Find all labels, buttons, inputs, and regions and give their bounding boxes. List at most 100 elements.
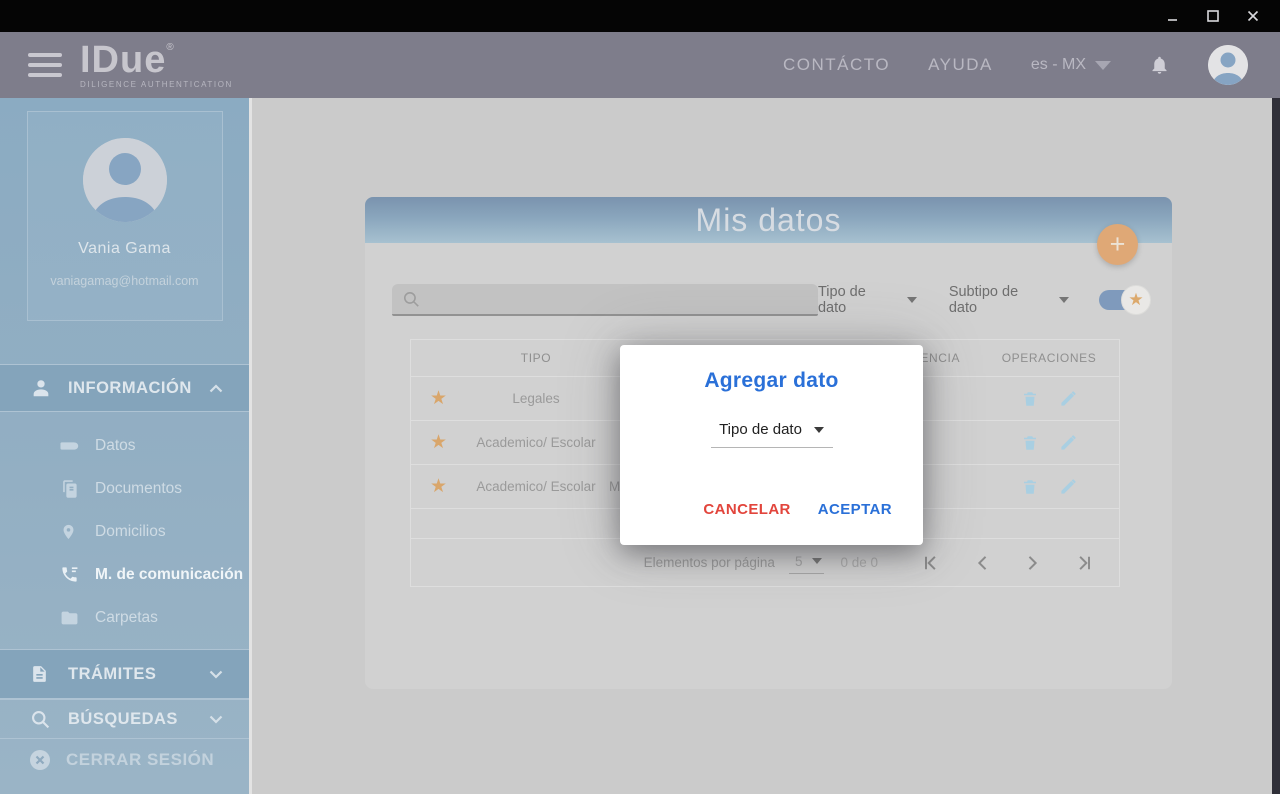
menu-icon[interactable] — [28, 53, 62, 77]
section-label: BÚSQUEDAS — [68, 709, 178, 728]
sidebar-item-carpetas[interactable]: Carpetas — [0, 596, 249, 639]
window-minimize-button[interactable] — [1164, 7, 1182, 25]
sidebar-item-domicilios[interactable]: Domicilios — [0, 510, 249, 553]
window-maximize-button[interactable] — [1204, 7, 1222, 25]
previous-page-button[interactable] — [975, 555, 989, 571]
phone-icon — [60, 565, 82, 584]
chevron-down-icon — [812, 558, 823, 564]
first-page-button[interactable] — [922, 555, 938, 571]
logo-title: IDue — [80, 39, 167, 81]
sidebar: Vania Gama vaniagamag@hotmail.com INFORM… — [0, 98, 252, 794]
edit-icon[interactable] — [1059, 477, 1078, 496]
tipo-de-dato-filter[interactable]: Tipo de dato — [818, 284, 917, 316]
folder-icon — [60, 610, 82, 626]
logout-button[interactable]: CERRAR SESIÓN — [0, 739, 249, 781]
search-input[interactable] — [429, 291, 808, 307]
documents-icon — [60, 479, 82, 499]
sidebar-section-busquedas[interactable]: BÚSQUEDAS — [0, 699, 249, 739]
pager-controls — [922, 555, 1093, 571]
edit-icon[interactable] — [1059, 433, 1078, 452]
plus-icon: + — [1109, 229, 1126, 259]
profile-email: vaniagamag@hotmail.com — [50, 274, 199, 288]
chevron-down-icon — [906, 297, 917, 303]
profile-card: Vania Gama vaniagamag@hotmail.com — [26, 111, 223, 321]
filter-label: Tipo de dato — [817, 284, 866, 316]
filter-row: Tipo de dato Subtipo de dato ★ — [392, 283, 1151, 317]
search-icon — [403, 291, 419, 307]
profile-name: Vania Gama — [78, 240, 171, 257]
star-icon: ★ — [1128, 290, 1144, 309]
chevron-up-icon — [209, 383, 223, 393]
app-logo: IDue® DILIGENCE AUTHENTICATION — [80, 41, 233, 89]
items-per-page-value: 5 — [794, 553, 803, 569]
items-per-page-select[interactable]: 5 — [788, 552, 825, 574]
favorites-toggle[interactable]: ★ — [1099, 285, 1151, 315]
cancel-button[interactable]: CANCELAR — [703, 501, 790, 518]
scrollbar[interactable] — [1272, 98, 1280, 794]
sidebar-item-label: M. de comunicación — [95, 565, 244, 583]
logout-label: CERRAR SESIÓN — [66, 750, 215, 769]
col-tipo: TIPO — [520, 351, 552, 365]
page-title: Mis datos — [695, 201, 842, 238]
sidebar-item-label: Domicilios — [95, 522, 166, 540]
sidebar-item-label: Datos — [95, 436, 136, 454]
favorite-star-icon[interactable]: ★ — [411, 387, 466, 410]
card-header: Mis datos — [365, 197, 1172, 243]
chevron-down-icon — [209, 670, 223, 679]
window-titlebar — [0, 0, 1280, 32]
sidebar-item-label: Carpetas — [95, 608, 158, 626]
sidebar-item-m-de-comunicacion[interactable]: M. de comunicación — [0, 553, 249, 596]
cell-operaciones — [979, 477, 1119, 497]
edit-icon[interactable] — [1059, 389, 1078, 408]
sidebar-item-label: Documentos — [95, 479, 183, 497]
chevron-down-icon — [209, 715, 223, 724]
chevron-down-icon — [1095, 60, 1111, 70]
person-icon — [30, 377, 54, 399]
last-page-button[interactable] — [1077, 555, 1093, 571]
language-selector[interactable]: es - MX — [1031, 56, 1111, 74]
toggle-knob: ★ — [1121, 285, 1151, 315]
sidebar-item-datos[interactable]: Datos — [0, 424, 249, 467]
accept-button[interactable]: ACEPTAR — [818, 501, 892, 518]
sidebar-item-documentos[interactable]: Documentos — [0, 467, 249, 510]
close-circle-icon — [28, 748, 54, 772]
cell-tipo: Legales — [512, 391, 560, 406]
section-label: TRÁMITES — [68, 664, 157, 683]
delete-icon[interactable] — [1021, 389, 1039, 409]
filter-label: Subtipo de dato — [948, 284, 1019, 316]
notifications-bell-icon[interactable] — [1149, 54, 1170, 76]
window-close-button[interactable] — [1244, 7, 1262, 25]
dialog-field: Tipo de dato — [620, 421, 923, 448]
user-avatar[interactable] — [1208, 45, 1248, 85]
subtipo-de-dato-filter[interactable]: Subtipo de dato — [948, 284, 1070, 316]
cell-operaciones — [979, 389, 1119, 409]
help-link[interactable]: AYUDA — [928, 55, 993, 75]
header-nav: CONTÁCTO AYUDA es - MX — [783, 45, 1248, 85]
card-icon — [60, 439, 82, 453]
select-underline — [710, 447, 833, 448]
app-header: IDue® DILIGENCE AUTHENTICATION CONTÁCTO … — [0, 32, 1280, 98]
select-label: Tipo de dato — [719, 421, 802, 438]
next-page-button[interactable] — [1026, 555, 1040, 571]
logo-subtitle: DILIGENCE AUTHENTICATION — [80, 80, 233, 89]
search-box — [392, 284, 818, 316]
sidebar-subnav: Datos Documentos Domicilios M. de comuni… — [0, 412, 249, 649]
favorite-star-icon[interactable]: ★ — [411, 431, 466, 454]
cell-tipo: Academico/ Escolar — [476, 479, 596, 494]
sidebar-section-tramites[interactable]: TRÁMITES — [0, 649, 249, 699]
agregar-dato-dialog: Agregar dato Tipo de dato CANCELAR ACEPT… — [620, 345, 923, 545]
sidebar-section-informacion[interactable]: INFORMACIÓN — [0, 364, 249, 412]
pagination-bar: Elementos por página 5 0 de 0 — [411, 538, 1119, 586]
delete-icon[interactable] — [1021, 433, 1039, 453]
language-value: es - MX — [1030, 56, 1086, 73]
add-data-fab[interactable]: + — [1097, 224, 1138, 265]
chevron-down-icon — [1059, 297, 1070, 303]
contact-link[interactable]: CONTÁCTO — [783, 55, 890, 75]
col-operaciones: OPERACIONES — [1001, 351, 1097, 365]
favorite-star-icon[interactable]: ★ — [411, 475, 466, 498]
items-per-page-label: Elementos por página — [643, 555, 775, 570]
delete-icon[interactable] — [1021, 477, 1039, 497]
dialog-actions: CANCELAR ACEPTAR — [703, 501, 892, 518]
tipo-de-dato-select[interactable]: Tipo de dato — [719, 421, 824, 438]
chevron-down-icon — [813, 426, 824, 433]
